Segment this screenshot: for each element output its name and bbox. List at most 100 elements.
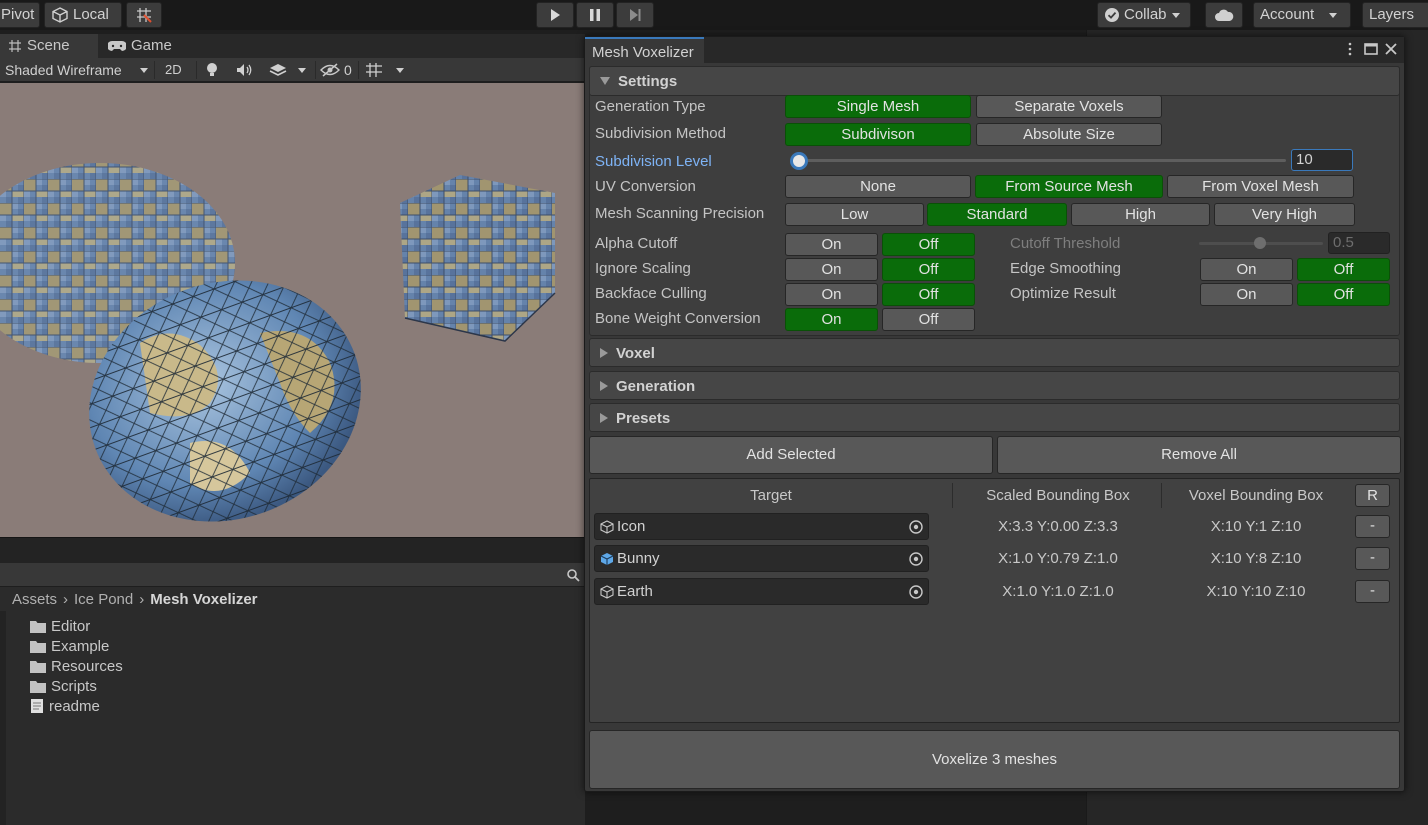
asset-item-readme[interactable]: readme (30, 696, 100, 716)
generation-foldout[interactable]: Generation (589, 371, 1400, 400)
voxel-header[interactable]: Voxel (600, 339, 655, 367)
play-button[interactable] (536, 2, 574, 28)
backface-culling-label: Backface Culling (595, 285, 707, 302)
shading-mode-label: Shaded Wireframe (5, 62, 122, 78)
2d-toggle[interactable]: 2D (165, 59, 182, 81)
subdivision-level-field[interactable]: 10 (1291, 149, 1353, 171)
optimize-result-on-button[interactable]: On (1200, 283, 1293, 306)
edge-smoothing-on-button[interactable]: On (1200, 258, 1293, 281)
breadcrumb-assets[interactable]: Assets (12, 591, 57, 608)
presets-foldout[interactable]: Presets (589, 403, 1400, 432)
precision-high-button[interactable]: High (1071, 203, 1210, 226)
tab-scene[interactable]: Scene (0, 34, 98, 58)
alpha-cutoff-on-button[interactable]: On (785, 233, 878, 256)
object-picker-icon[interactable] (908, 519, 924, 535)
panel-divider (0, 537, 585, 563)
cloud-button[interactable] (1205, 2, 1243, 28)
layers-button[interactable]: Layers (1362, 2, 1428, 28)
maximize-icon[interactable] (1363, 41, 1379, 57)
single-mesh-button[interactable]: Single Mesh (785, 95, 971, 118)
close-icon[interactable] (1383, 41, 1399, 57)
bone-weight-off-button[interactable]: Off (882, 308, 975, 331)
effects-dropdown[interactable] (269, 59, 307, 81)
column-header-voxel-bounding-box[interactable]: Voxel Bounding Box (1166, 483, 1346, 508)
backface-culling-off-button[interactable]: Off (882, 283, 975, 306)
account-label: Account (1260, 6, 1315, 23)
alpha-cutoff-off-button[interactable]: Off (882, 233, 975, 256)
scaled-bounding-box-cell: X:1.0 Y:0.79 Z:1.0 (998, 550, 1118, 567)
voxelize-button[interactable]: Voxelize 3 meshes (589, 730, 1400, 789)
uv-from-voxel-mesh-button[interactable]: From Voxel Mesh (1167, 175, 1354, 198)
subdivision-level-label: Subdivision Level (595, 153, 712, 170)
add-selected-button[interactable]: Add Selected (589, 436, 993, 474)
folder-icon (30, 680, 46, 693)
main-toolbar: Pivot Local Collab Account Layers (0, 0, 1428, 30)
asset-item-resources[interactable]: Resources (30, 656, 123, 676)
tab-game[interactable]: Game (100, 34, 180, 58)
voxel-foldout[interactable]: Voxel (589, 338, 1400, 367)
generation-header[interactable]: Generation (600, 372, 695, 400)
remove-row-button[interactable]: - (1355, 547, 1390, 570)
subdivision-level-slider[interactable] (792, 159, 1286, 162)
grid-snap-dropdown[interactable] (365, 59, 405, 81)
absolute-size-button[interactable]: Absolute Size (976, 123, 1162, 146)
breadcrumb-mesh-voxelizer[interactable]: Mesh Voxelizer (150, 591, 257, 608)
settings-header[interactable]: Settings (600, 67, 677, 95)
table-row-target-field[interactable]: Icon (594, 513, 929, 540)
bone-weight-label: Bone Weight Conversion (595, 310, 761, 327)
backface-culling-on-button[interactable]: On (785, 283, 878, 306)
remove-row-button[interactable]: - (1355, 515, 1390, 538)
column-header-scaled-bounding-box[interactable]: Scaled Bounding Box (958, 483, 1158, 508)
asset-item-scripts[interactable]: Scripts (30, 676, 97, 696)
account-button[interactable]: Account (1253, 2, 1351, 28)
presets-header[interactable]: Presets (600, 404, 670, 432)
chevron-down-icon (298, 68, 306, 73)
snap-grid-button[interactable] (126, 2, 162, 28)
remove-all-button[interactable]: Remove All (997, 436, 1401, 474)
precision-very-high-button[interactable]: Very High (1214, 203, 1355, 226)
edge-smoothing-off-button[interactable]: Off (1297, 258, 1390, 281)
cutoff-threshold-slider-knob[interactable] (1254, 237, 1266, 249)
collab-button[interactable]: Collab (1097, 2, 1191, 28)
audio-toggle[interactable] (236, 59, 254, 81)
search-icon[interactable] (566, 568, 580, 582)
step-button[interactable] (616, 2, 654, 28)
precision-low-button[interactable]: Low (785, 203, 924, 226)
remove-row-button[interactable]: - (1355, 580, 1390, 603)
pause-button[interactable] (576, 2, 614, 28)
pivot-button[interactable]: Pivot (0, 2, 40, 28)
ignore-scaling-off-button[interactable]: Off (882, 258, 975, 281)
optimize-result-off-button[interactable]: Off (1297, 283, 1390, 306)
uv-none-button[interactable]: None (785, 175, 971, 198)
asset-item-example[interactable]: Example (30, 636, 109, 656)
precision-standard-button[interactable]: Standard (927, 203, 1067, 226)
asset-item-editor[interactable]: Editor (30, 616, 90, 636)
bone-weight-on-button[interactable]: On (785, 308, 878, 331)
column-header-target[interactable]: Target (592, 483, 950, 508)
reset-button[interactable]: R (1355, 484, 1390, 507)
local-button[interactable]: Local (44, 2, 122, 28)
cutoff-threshold-field[interactable]: 0.5 (1328, 232, 1390, 254)
subdivision-level-slider-knob[interactable] (793, 155, 805, 167)
object-picker-icon[interactable] (908, 584, 924, 600)
uv-from-source-mesh-button[interactable]: From Source Mesh (975, 175, 1163, 198)
object-picker-icon[interactable] (908, 551, 924, 567)
hidden-objects-toggle[interactable]: 0 (320, 59, 352, 81)
chevron-right-icon: › (139, 591, 145, 608)
foldout-collapsed-icon (600, 381, 608, 391)
scanning-precision-label: Mesh Scanning Precision (595, 205, 765, 222)
breadcrumb-ice-pond[interactable]: Ice Pond (74, 591, 133, 608)
table-row-target-field[interactable]: Earth (594, 578, 929, 605)
subdivision-button[interactable]: Subdivison (785, 123, 971, 146)
separate-voxels-button[interactable]: Separate Voxels (976, 95, 1162, 118)
lighting-toggle[interactable] (205, 59, 219, 81)
scene-viewport[interactable] (0, 83, 585, 537)
ignore-scaling-on-button[interactable]: On (785, 258, 878, 281)
asset-item-label: Editor (51, 617, 91, 635)
shading-mode-dropdown[interactable]: Shaded Wireframe (5, 59, 149, 81)
pivot-label: Pivot (1, 6, 35, 23)
table-row-target-field[interactable]: Bunny (594, 545, 929, 572)
more-menu-icon[interactable] (1342, 41, 1358, 57)
window-tab[interactable]: Mesh Voxelizer (585, 37, 704, 63)
voxel-bounding-box-cell: X:10 Y:10 Z:10 (1206, 583, 1306, 600)
